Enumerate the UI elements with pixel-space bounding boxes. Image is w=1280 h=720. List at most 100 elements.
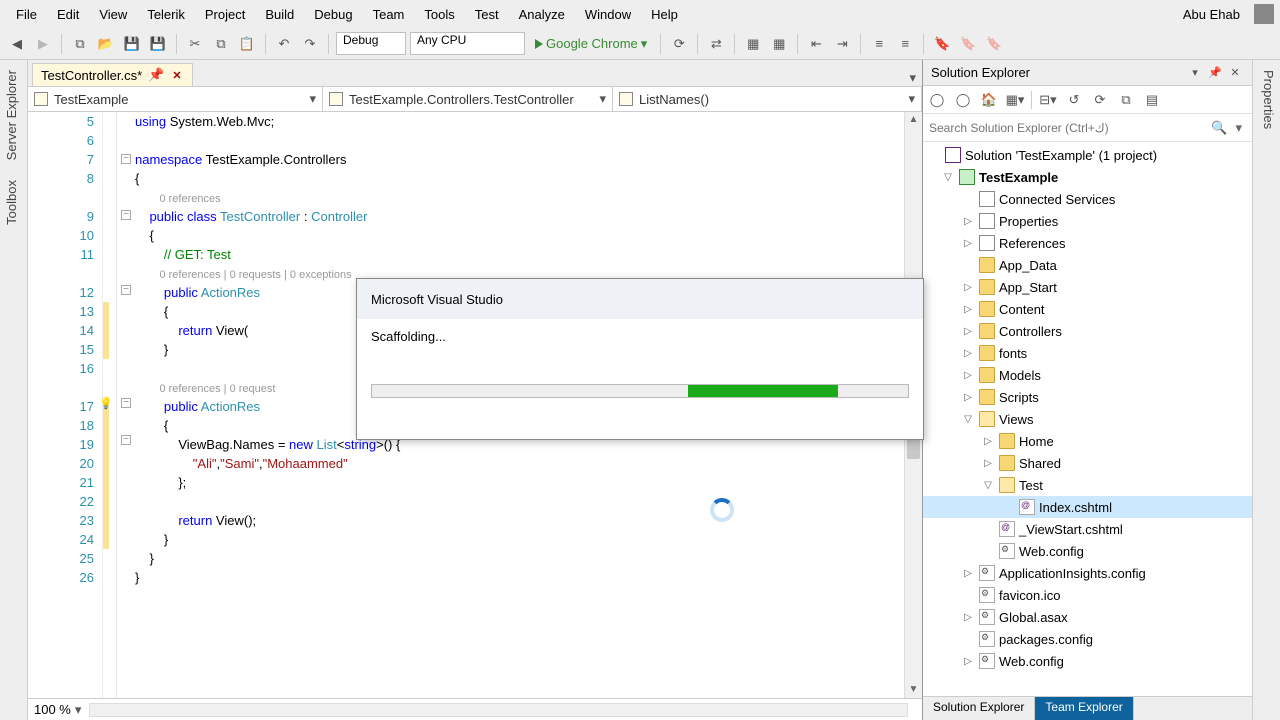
cut-icon[interactable]: ✂ [184, 33, 206, 55]
redo-icon[interactable]: ↷ [299, 33, 321, 55]
tree-node[interactable]: ▷Global.asax [923, 606, 1252, 628]
menu-team[interactable]: Team [363, 3, 415, 26]
nav-fwd-icon[interactable]: ▶ [32, 33, 54, 55]
expand-icon[interactable]: ▽ [981, 480, 995, 491]
paste-icon[interactable]: 📋 [236, 33, 258, 55]
tree-node[interactable]: ▷ApplicationInsights.config [923, 562, 1252, 584]
menu-test[interactable]: Test [465, 3, 509, 26]
menu-build[interactable]: Build [255, 3, 304, 26]
solution-explorer-search[interactable]: 🔍▾ [923, 114, 1252, 142]
expand-icon[interactable]: ▷ [961, 238, 975, 249]
menu-help[interactable]: Help [641, 3, 688, 26]
nav-class-dropdown[interactable]: TestExample.Controllers.TestController▾ [323, 87, 613, 111]
tree-solution[interactable]: Solution 'TestExample' (1 project) [923, 144, 1252, 166]
scroll-down-icon[interactable]: ▼ [905, 682, 922, 698]
chevron-down-icon[interactable]: ▾ [1231, 120, 1246, 136]
scroll-thumb[interactable] [907, 437, 920, 459]
se-refresh-icon[interactable]: ↺ [1064, 90, 1084, 110]
menu-analyze[interactable]: Analyze [509, 3, 575, 26]
zoom-dropdown[interactable]: 100 %▾ [34, 702, 81, 718]
comment-icon[interactable]: ≡ [868, 33, 890, 55]
tab-team-explorer[interactable]: Team Explorer [1035, 697, 1133, 720]
se-back-icon[interactable]: ◯ [927, 90, 947, 110]
bookmark-next-icon[interactable]: 🔖 [983, 33, 1005, 55]
horizontal-scrollbar[interactable] [89, 703, 908, 717]
tree-node[interactable]: ▷References [923, 232, 1252, 254]
server-explorer-tab[interactable]: Server Explorer [0, 60, 27, 170]
panel-dropdown-icon[interactable]: ▾ [1186, 66, 1204, 79]
tree-node[interactable]: ▷Content [923, 298, 1252, 320]
toolbar-btn-b[interactable]: ▦ [768, 33, 790, 55]
expand-icon[interactable]: ▷ [961, 612, 975, 623]
search-input[interactable] [929, 121, 1207, 135]
menu-file[interactable]: File [6, 3, 47, 26]
indent-dec-icon[interactable]: ⇤ [805, 33, 827, 55]
tree-node[interactable]: App_Data [923, 254, 1252, 276]
tab-solution-explorer[interactable]: Solution Explorer [923, 697, 1035, 720]
tree-node[interactable]: Web.config [923, 540, 1252, 562]
tree-node[interactable]: ▷Controllers [923, 320, 1252, 342]
new-project-icon[interactable]: ⧉ [69, 33, 91, 55]
bookmark-prev-icon[interactable]: 🔖 [957, 33, 979, 55]
tree-project[interactable]: ▽ TestExample [923, 166, 1252, 188]
copy-icon[interactable]: ⧉ [210, 33, 232, 55]
expand-icon[interactable]: ▷ [961, 370, 975, 381]
menu-view[interactable]: View [89, 3, 137, 26]
menu-window[interactable]: Window [575, 3, 641, 26]
expand-icon[interactable]: ▷ [961, 348, 975, 359]
expand-icon[interactable]: ▽ [961, 414, 975, 425]
menu-project[interactable]: Project [195, 3, 255, 26]
config-dropdown[interactable]: Debug [336, 32, 406, 55]
menu-edit[interactable]: Edit [47, 3, 89, 26]
open-file-icon[interactable]: 📂 [95, 33, 117, 55]
expand-icon[interactable]: ▽ [941, 172, 955, 183]
close-icon[interactable]: ✕ [1226, 66, 1244, 79]
save-all-icon[interactable]: 💾 [147, 33, 169, 55]
menu-debug[interactable]: Debug [304, 3, 362, 26]
menu-tools[interactable]: Tools [414, 3, 464, 26]
close-icon[interactable]: ✕ [170, 69, 183, 82]
tree-node[interactable]: Connected Services [923, 188, 1252, 210]
tree-node[interactable]: ▷Shared [923, 452, 1252, 474]
nav-member-dropdown[interactable]: ListNames()▾ [613, 87, 922, 111]
tree-node[interactable]: ▷Home [923, 430, 1252, 452]
se-preview-icon[interactable]: ⧉ [1116, 90, 1136, 110]
platform-dropdown[interactable]: Any CPU [410, 32, 525, 55]
expand-icon[interactable]: ▷ [981, 436, 995, 447]
nav-back-icon[interactable]: ◀ [6, 33, 28, 55]
expand-icon[interactable]: ▷ [961, 216, 975, 227]
save-icon[interactable]: 💾 [121, 33, 143, 55]
se-sync-icon[interactable]: ▦▾ [1005, 90, 1025, 110]
editor-tab-testcontroller[interactable]: TestController.cs* 📌 ✕ [32, 63, 193, 86]
tree-node[interactable]: ▷Scripts [923, 386, 1252, 408]
tree-node[interactable]: ▷Web.config [923, 650, 1252, 672]
tree-node[interactable]: ▷Models [923, 364, 1252, 386]
pin-icon[interactable]: 📌 [1206, 66, 1224, 79]
account-name[interactable]: Abu Ehab [1175, 3, 1248, 26]
tree-node[interactable]: ▽Views [923, 408, 1252, 430]
refresh-icon[interactable]: ⟳ [668, 33, 690, 55]
expand-icon[interactable]: ▷ [961, 326, 975, 337]
se-showall-icon[interactable]: ⟳ [1090, 90, 1110, 110]
search-icon[interactable]: 🔍 [1207, 120, 1231, 136]
se-home-icon[interactable]: 🏠 [979, 90, 999, 110]
expand-icon[interactable]: ▷ [961, 282, 975, 293]
start-debugging-button[interactable]: Google Chrome ▾ [529, 36, 653, 52]
se-fwd-icon[interactable]: ◯ [953, 90, 973, 110]
nav-project-dropdown[interactable]: TestExample▾ [28, 87, 323, 111]
toolbox-tab[interactable]: Toolbox [0, 170, 27, 235]
menu-telerik[interactable]: Telerik [137, 3, 195, 26]
tree-node[interactable]: _ViewStart.cshtml [923, 518, 1252, 540]
undo-icon[interactable]: ↶ [273, 33, 295, 55]
toolbar-btn-a[interactable]: ▦ [742, 33, 764, 55]
expand-icon[interactable]: ▷ [961, 304, 975, 315]
tree-node[interactable]: packages.config [923, 628, 1252, 650]
tree-node[interactable]: ▷fonts [923, 342, 1252, 364]
uncomment-icon[interactable]: ≡ [894, 33, 916, 55]
se-collapse-icon[interactable]: ⊟▾ [1038, 90, 1058, 110]
expand-icon[interactable]: ▷ [961, 392, 975, 403]
bookmark-icon[interactable]: 🔖 [931, 33, 953, 55]
tree-node[interactable]: ▷App_Start [923, 276, 1252, 298]
tree-node[interactable]: favicon.ico [923, 584, 1252, 606]
tab-overflow-icon[interactable]: ▾ [909, 70, 916, 86]
